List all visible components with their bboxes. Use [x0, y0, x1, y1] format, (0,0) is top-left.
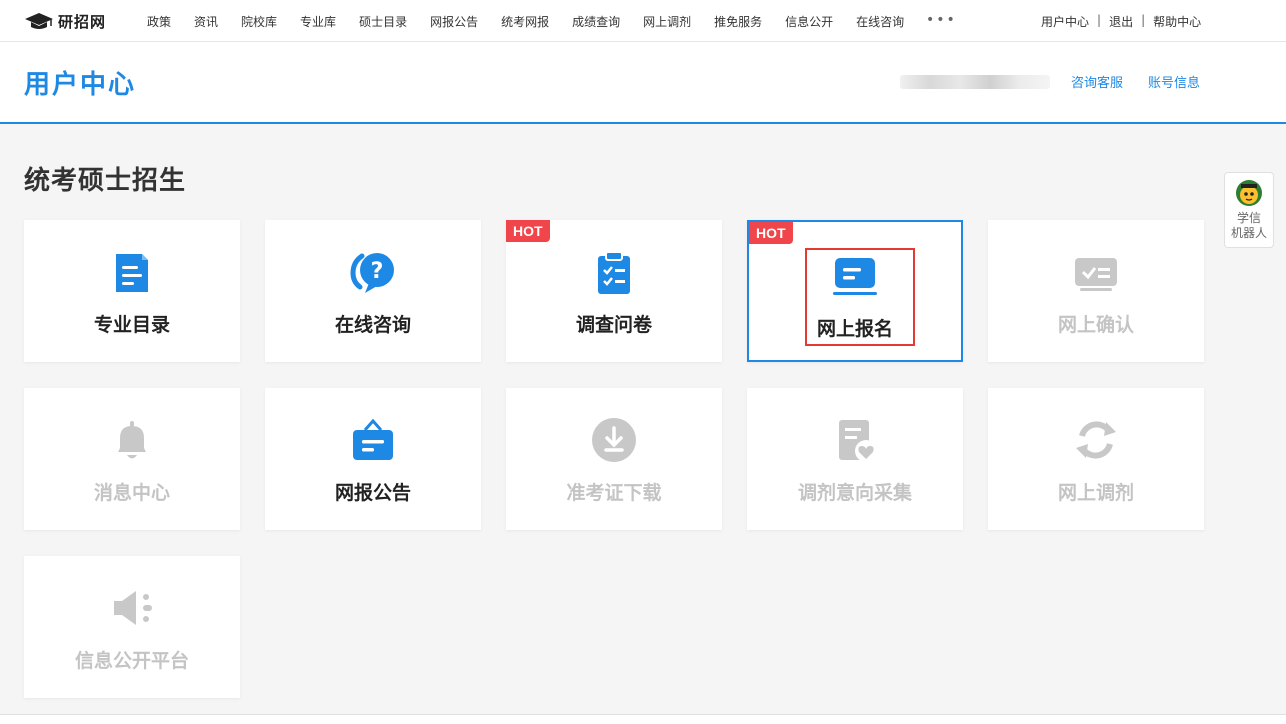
- logo-text: 研招网: [58, 12, 107, 31]
- card-label: 信息公开平台: [74, 650, 189, 672]
- robot-avatar-icon: [1236, 180, 1262, 206]
- nav-link-online-consult[interactable]: 在线咨询: [856, 13, 904, 30]
- user-center-link[interactable]: 用户中心: [1041, 13, 1089, 30]
- chsi-robot-widget[interactable]: 学信 机器人: [1224, 172, 1274, 248]
- page-title: 用户中心: [24, 70, 137, 100]
- nav-link-majors[interactable]: 专业库: [300, 13, 336, 30]
- card-online-confirm[interactable]: 网上确认: [988, 220, 1204, 362]
- card-label: 网报公告: [334, 482, 411, 504]
- nav-link-master-catalog[interactable]: 硕士目录: [359, 13, 407, 30]
- card-online-adjustment[interactable]: 网上调剂: [988, 388, 1204, 530]
- robot-label-line2: 机器人: [1230, 226, 1267, 240]
- card-label: 网上调剂: [1057, 482, 1134, 504]
- card-label: 调剂意向采集: [797, 482, 912, 504]
- help-center-link[interactable]: 帮助中心: [1153, 13, 1201, 30]
- card-label: 消息中心: [93, 482, 170, 504]
- site-logo[interactable]: 研招网: [24, 10, 106, 32]
- nav-link-news[interactable]: 资讯: [194, 13, 218, 30]
- question-chat-icon: ?: [350, 253, 394, 293]
- card-label: 调查问卷: [575, 314, 652, 336]
- robot-label-line1: 学信: [1236, 211, 1261, 225]
- nav-link-adjustment[interactable]: 网上调剂: [643, 13, 691, 30]
- speaker-icon: [114, 591, 152, 625]
- card-online-consult[interactable]: ? 在线咨询: [265, 220, 481, 362]
- nav-link-score-query[interactable]: 成绩查询: [572, 13, 620, 30]
- nav-link-schools[interactable]: 院校库: [241, 13, 277, 30]
- catalog-icon: [116, 254, 148, 292]
- card-online-registration[interactable]: HOT 网上报名: [747, 220, 963, 362]
- card-label: 专业目录: [93, 314, 170, 336]
- hot-badge: HOT: [749, 222, 793, 244]
- nav-link-unified-registration[interactable]: 统考网报: [501, 13, 549, 30]
- card-info-public-platform[interactable]: 信息公开平台: [24, 556, 240, 698]
- card-message-center[interactable]: 消息中心: [24, 388, 240, 530]
- separator: |: [1097, 13, 1102, 27]
- logout-link[interactable]: 退出: [1109, 13, 1133, 30]
- section-title: 统考硕士招生: [24, 166, 187, 196]
- clipboard-check-icon: [598, 251, 630, 294]
- refresh-icon: [1076, 421, 1116, 459]
- blurred-username: [900, 75, 1050, 89]
- card-label: 在线咨询: [334, 314, 411, 336]
- card-admission-ticket-download[interactable]: 准考证下载: [506, 388, 722, 530]
- card-major-catalog[interactable]: 专业目录: [24, 220, 240, 362]
- register-form-icon: [833, 258, 877, 295]
- card-label: 准考证下载: [566, 482, 662, 504]
- account-info-link[interactable]: 账号信息: [1148, 72, 1200, 91]
- consult-service-link[interactable]: 咨询客服: [1071, 72, 1123, 91]
- more-menu-icon[interactable]: •••: [926, 12, 957, 28]
- page-header: 用户中心 咨询客服 账号信息: [0, 42, 1286, 124]
- nav-link-policy[interactable]: 政策: [147, 13, 171, 30]
- graduation-cap-icon: [25, 13, 53, 29]
- notice-bag-icon: [353, 418, 393, 460]
- top-navigation: 研招网 政策 资讯 院校库 专业库 硕士目录 网报公告 统考网报 成绩查询 网上…: [0, 0, 1286, 42]
- card-adjustment-intent[interactable]: 调剂意向采集: [747, 388, 963, 530]
- nav-link-recommend[interactable]: 推免服务: [714, 13, 762, 30]
- card-registration-notice[interactable]: 网报公告: [265, 388, 481, 530]
- svg-text:?: ?: [371, 259, 384, 284]
- hot-badge: HOT: [506, 220, 550, 242]
- card-label: 网上确认: [1057, 314, 1134, 336]
- main-nav: 政策 资讯 院校库 专业库 硕士目录 网报公告 统考网报 成绩查询 网上调剂 推…: [147, 13, 927, 30]
- nav-link-announcements[interactable]: 网报公告: [430, 13, 478, 30]
- intent-form-icon: [839, 420, 877, 462]
- nav-link-info-public[interactable]: 信息公开: [785, 13, 833, 30]
- card-label: 网上报名: [816, 318, 893, 340]
- user-links: 用户中心 | 退出 | 帮助中心: [1041, 13, 1201, 30]
- confirm-icon: [1075, 258, 1117, 291]
- card-survey[interactable]: HOT 调查问卷: [506, 220, 722, 362]
- download-icon: [592, 418, 636, 462]
- bell-icon: [118, 421, 146, 459]
- separator: |: [1141, 13, 1146, 27]
